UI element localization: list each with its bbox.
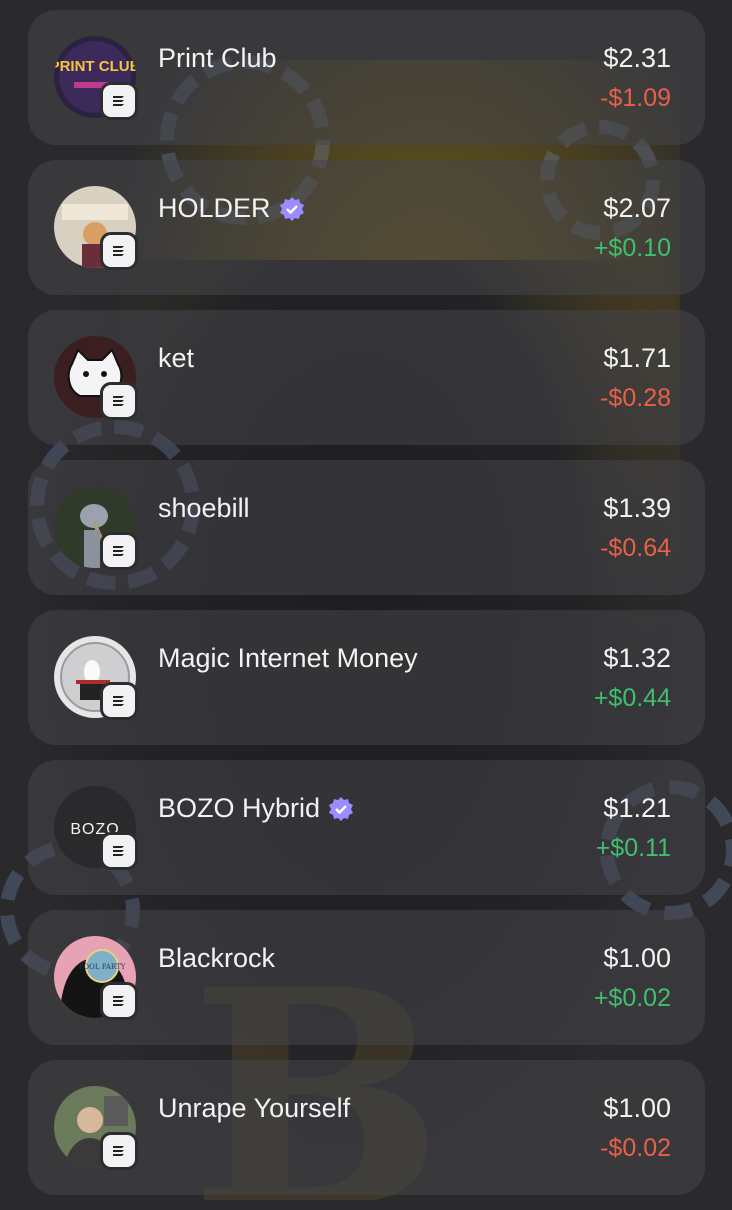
solana-icon — [100, 382, 138, 420]
token-name: HOLDER — [158, 193, 305, 224]
token-price-change: +$0.02 — [593, 984, 671, 1012]
token-price: $2.07 — [603, 193, 671, 223]
token-price: $1.39 — [603, 493, 671, 523]
token-price: $1.32 — [603, 643, 671, 673]
solana-icon — [100, 1132, 138, 1170]
solana-icon — [100, 82, 138, 120]
token-price-change: +$0.44 — [593, 684, 671, 712]
token-name: Print Club — [158, 43, 277, 73]
token-price-change: -$0.02 — [600, 1134, 671, 1162]
token-price-change: -$0.28 — [600, 384, 671, 412]
token-price-change: -$0.64 — [600, 534, 671, 562]
solana-icon — [100, 982, 138, 1020]
token-price-change: +$0.11 — [595, 834, 671, 862]
token-row-holder[interactable]: HOLDER $2.07 +$0.10 — [28, 160, 705, 295]
token-price-change: +$0.10 — [593, 234, 671, 262]
solana-icon — [100, 832, 138, 870]
token-list: PRINT CLUB Print Club $2.31 -$1.09 HOLDE… — [28, 10, 705, 1210]
token-price-change: -$1.09 — [600, 84, 671, 112]
token-row-magic-internet-money[interactable]: Magic Internet Money $1.32 +$0.44 — [28, 610, 705, 745]
token-price: $1.71 — [603, 343, 671, 373]
token-row-ket[interactable]: ket $1.71 -$0.28 — [28, 310, 705, 445]
token-price: $1.00 — [603, 1093, 671, 1123]
token-name: Magic Internet Money — [158, 643, 418, 673]
token-name: shoebill — [158, 493, 250, 523]
verified-badge-icon — [279, 196, 304, 221]
token-name: Blackrock — [158, 943, 276, 973]
token-price: $2.31 — [603, 43, 671, 73]
token-price: $1.00 — [603, 943, 671, 973]
token-row-blackrock[interactable]: POOL PARTY Blackrock $1.00 +$0.02 — [28, 910, 705, 1045]
token-row-print-club[interactable]: PRINT CLUB Print Club $2.31 -$1.09 — [28, 10, 705, 145]
token-row-bozo-hybrid[interactable]: BOZO BOZO Hybrid $1.21 +$0.11 — [28, 760, 705, 895]
solana-icon — [100, 532, 138, 570]
solana-icon — [100, 682, 138, 720]
token-name: ket — [158, 343, 195, 373]
token-price: $1.21 — [603, 793, 671, 823]
token-name: Unrape Yourself — [158, 1093, 351, 1123]
verified-badge-icon — [329, 796, 354, 821]
solana-icon — [100, 232, 138, 270]
svg-text:POOL PARTY: POOL PARTY — [79, 963, 126, 971]
token-name: BOZO Hybrid — [158, 793, 354, 824]
svg-text:PRINT CLUB: PRINT CLUB — [54, 58, 136, 75]
token-row-shoebill[interactable]: shoebill $1.39 -$0.64 — [28, 460, 705, 595]
token-row-unrape-yourself[interactable]: Unrape Yourself $1.00 -$0.02 — [28, 1060, 705, 1195]
